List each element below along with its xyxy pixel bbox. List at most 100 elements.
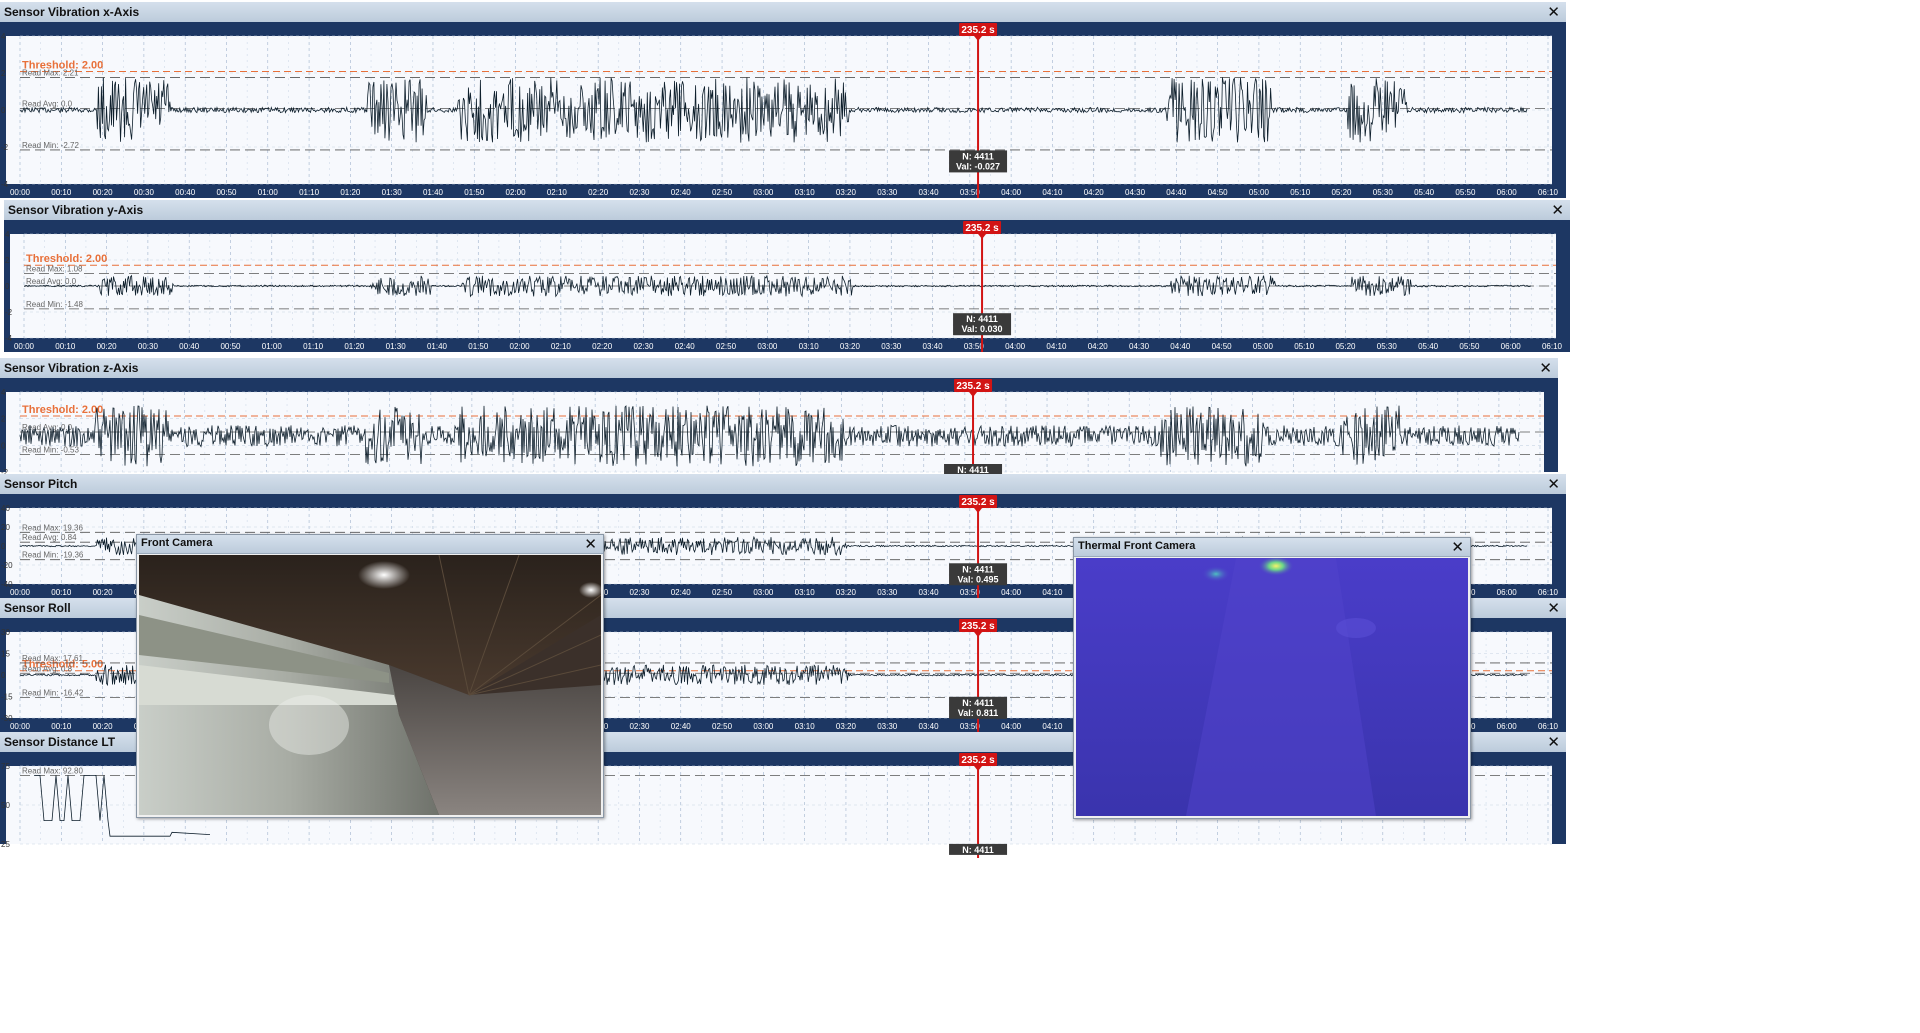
x-tick-label: 04:30 [1129,342,1150,351]
threshold-label: Threshold: 2.00 [26,253,107,265]
front-camera-window[interactable]: Front Camera ✕ [136,534,604,818]
x-tick-label: 00:00 [10,588,31,597]
close-icon[interactable]: ✕ [1547,475,1560,493]
cursor-marker [974,632,983,637]
close-icon[interactable]: ✕ [584,535,597,553]
x-tick-label: 01:20 [340,188,361,197]
signal-trace [19,77,1528,143]
cursor-time-label: 235.2 s [961,621,995,632]
y-tick-label: -2 [5,308,13,317]
x-tick-label: 02:30 [629,722,650,731]
x-tick-label: 04:10 [1042,722,1063,731]
x-tick-label: 01:40 [427,342,448,351]
x-tick-label: 01:20 [344,342,365,351]
x-tick-label: 02:30 [633,342,654,351]
close-icon[interactable]: ✕ [1547,3,1560,21]
y-tick-label: 20 [1,523,10,532]
x-tick-label: 02:40 [675,342,696,351]
panel-title: Sensor Roll [4,601,71,615]
close-icon[interactable]: ✕ [1551,201,1564,219]
x-tick-label: 04:40 [1166,188,1187,197]
camera-titlebar[interactable]: Thermal Front Camera ✕ [1074,538,1470,557]
x-tick-label: 05:00 [1253,342,1274,351]
camera-titlebar[interactable]: Front Camera ✕ [137,535,603,554]
x-tick-label: 01:10 [299,188,320,197]
x-tick-label: 02:00 [506,188,527,197]
stat-label: Read Min: -19.36 [22,551,84,560]
y-tick-label: 4 [1,388,6,397]
x-tick-label: 06:00 [1501,342,1522,351]
cursor-marker [978,234,987,239]
x-tick-label: 04:10 [1042,588,1063,597]
x-tick-label: 03:20 [836,188,857,197]
vibration-z-chart[interactable]: 420-2Threshold: 2.00Read Avg: 0.0Read Mi… [1,379,1544,486]
panel-titlebar: Sensor Pitch ✕ [0,474,1566,495]
panel-title: Sensor Vibration x-Axis [4,5,140,19]
cursor-n-label: N: 4411 [966,314,998,324]
cursor-time-label: 235.2 s [956,381,990,392]
x-tick-label: 01:30 [386,342,407,351]
y-tick-label: 75 [1,762,10,771]
x-tick-label: 06:00 [1497,722,1518,731]
cursor-time-label: 235.2 s [965,223,999,234]
y-tick-label: 2 [1,415,6,424]
x-tick-label: 05:30 [1377,342,1398,351]
x-tick-label: 04:00 [1001,722,1022,731]
close-icon[interactable]: ✕ [1451,538,1464,556]
x-tick-label: 04:20 [1088,342,1109,351]
panel-titlebar: Sensor Vibration y-Axis ✕ [4,200,1570,221]
thermal-camera-feed [1076,558,1468,816]
chart-plot[interactable]: 4 2 0 -2 -4 Threshold: 2.00 Read Max: 2.21 Read… [1,23,1559,198]
x-tick-label: 06:10 [1538,588,1559,597]
x-tick-label: 02:10 [551,342,572,351]
y-tick-label: 0 [1,542,6,551]
x-tick-label: 00:10 [55,342,76,351]
x-tick-label: 00:30 [138,342,159,351]
vibration-x-chart[interactable]: 420-2-4Threshold: 2.00Read Max: 2.21Read… [1,23,1559,198]
x-tick-label: 03:30 [877,722,898,731]
cursor-val-label: Val: 0.030 [962,324,1003,334]
stat-label: Read Max: 17.61 [22,654,83,663]
x-tick-label: 06:10 [1538,188,1559,197]
x-tick-label: 05:40 [1414,188,1435,197]
x-tick-label: 05:50 [1459,342,1480,351]
x-tick-label: 02:40 [671,588,692,597]
x-tick-label: 06:00 [1497,188,1518,197]
x-tick-label: 00:00 [14,342,35,351]
x-tick-label: 01:00 [258,188,279,197]
x-tick-label: 03:00 [753,722,774,731]
panel-title: Sensor Pitch [4,477,78,491]
thermal-camera-window[interactable]: Thermal Front Camera ✕ [1073,537,1471,819]
chart-plot[interactable]: 4 2 0 -2 Threshold: 2.00 Read Avg: 0.0 Read Mi… [1,379,1544,486]
cursor-val-label: Val: -0.027 [956,161,1000,171]
close-icon[interactable]: ✕ [1547,599,1560,617]
x-tick-label: 04:10 [1046,342,1067,351]
x-tick-label: 06:10 [1542,342,1563,351]
panel-vibration-x: Sensor Vibration x-Axis ✕ 4 2 0 -2 -4 Thresho… [0,2,1566,198]
y-tick-label: 40 [1,504,10,513]
thermal-camera-image [1076,558,1468,816]
x-tick-label: 00:10 [51,188,72,197]
x-tick-label: 05:20 [1331,188,1352,197]
x-tick-label: 03:00 [757,342,778,351]
x-tick-label: 00:20 [93,588,114,597]
x-tick-label: 04:30 [1125,188,1146,197]
signal-trace [23,274,1532,298]
cursor-marker [974,508,983,513]
panel-title: Sensor Distance LT [4,735,116,749]
y-tick-label: 0 [5,282,10,291]
stat-label: Read Max: 92.80 [22,766,83,775]
close-icon[interactable]: ✕ [1539,359,1552,377]
x-tick-label: 02:40 [671,188,692,197]
vibration-y-chart[interactable]: 4 2 0 -2 -4 Threshold: 2.00Read Max: 1.08 Read… [5,221,1563,352]
x-tick-label: 00:50 [216,188,237,197]
x-tick-label: 00:20 [97,342,118,351]
close-icon[interactable]: ✕ [1547,733,1560,751]
cursor-n-label: N: 4411 [962,151,994,161]
cursor-val-label: Val: 0.495 [958,574,999,584]
x-tick-label: 03:30 [877,188,898,197]
chart-plot[interactable]: 4 2 0 -2 -4 Threshold: 2.00 Read Max: 1.08 Read… [5,221,1563,352]
signal-trace [19,405,1520,467]
y-tick-label: 25 [1,840,10,849]
panel-title: Sensor Vibration y-Axis [8,203,144,217]
